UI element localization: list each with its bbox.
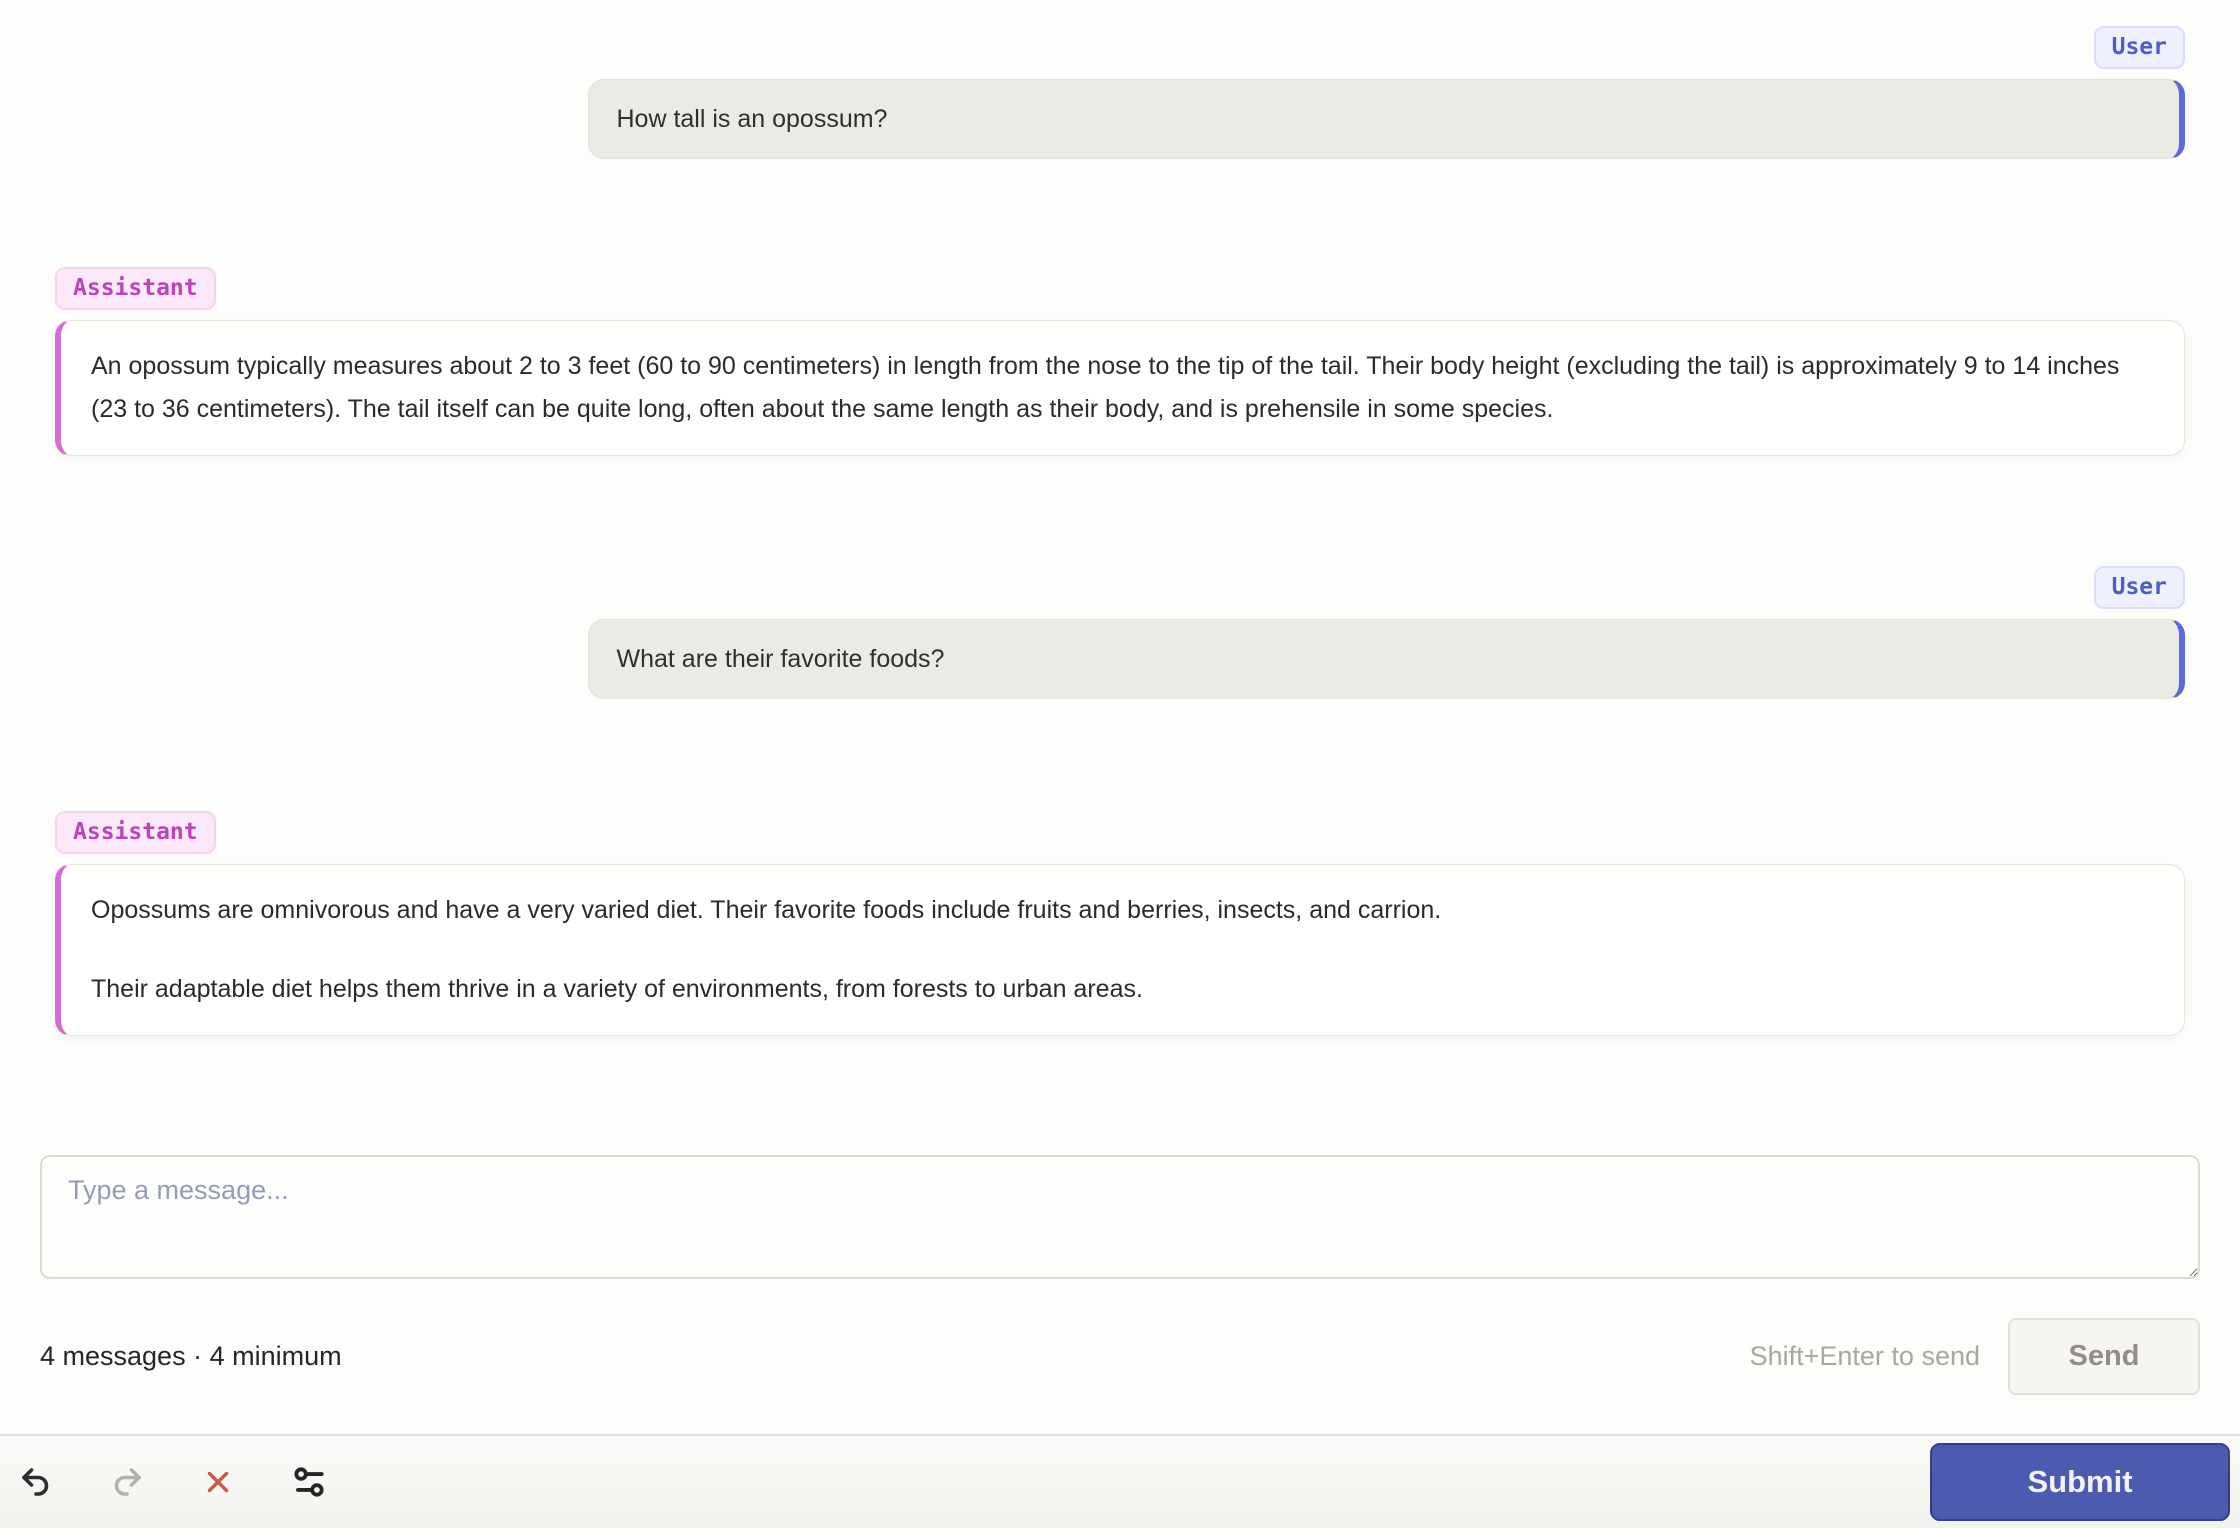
role-badge-user: User [2093,566,2185,609]
user-message-text: How tall is an opossum? [616,105,888,133]
assistant-message-bubble: An opossum typically measures about 2 to… [55,320,2185,456]
message-group-user-2: User What are their favorite foods? [55,566,2185,699]
role-badge-assistant: Assistant [55,267,216,310]
conversation: User How tall is an opossum? Assistant A… [0,0,2240,1036]
message-count-status: 4 messages · 4 minimum [40,1341,342,1371]
settings-button[interactable] [287,1460,331,1504]
assistant-message-text: An opossum typically measures about 2 to… [91,352,2120,423]
message-group-user-1: User How tall is an opossum? [55,26,2185,159]
clear-button[interactable] [196,1460,240,1504]
role-badge-user: User [2093,26,2185,69]
message-input[interactable] [40,1155,2200,1279]
role-badge-assistant: Assistant [55,811,216,854]
composer: 4 messages · 4 minimum Shift+Enter to se… [0,1155,2240,1395]
sliders-icon [290,1463,328,1501]
assistant-message-bubble: Opossums are omnivorous and have a very … [55,864,2185,1036]
message-group-assistant-2: Assistant Opossums are omnivorous and ha… [55,811,2185,1036]
redo-icon [109,1464,145,1500]
chat-app: User How tall is an opossum? Assistant A… [0,0,2240,1528]
bottom-toolbar: Submit [0,1434,2240,1528]
assistant-message-text: Opossums are omnivorous and have a very … [91,896,1442,924]
user-message-bubble: How tall is an opossum? [587,79,2185,159]
submit-button[interactable]: Submit [1930,1443,2230,1521]
x-icon [201,1465,235,1499]
user-message-bubble: What are their favorite foods? [587,619,2185,699]
message-group-assistant-1: Assistant An opossum typically measures … [55,267,2185,456]
send-button[interactable]: Send [2008,1318,2200,1395]
send-hint: Shift+Enter to send [1749,1341,1980,1371]
undo-icon [18,1464,54,1500]
user-message-text: What are their favorite foods? [616,645,945,673]
redo-button[interactable] [105,1460,149,1504]
assistant-message-text: Their adaptable diet helps them thrive i… [91,975,1143,1003]
composer-footer: 4 messages · 4 minimum Shift+Enter to se… [40,1318,2200,1395]
undo-button[interactable] [14,1460,58,1504]
